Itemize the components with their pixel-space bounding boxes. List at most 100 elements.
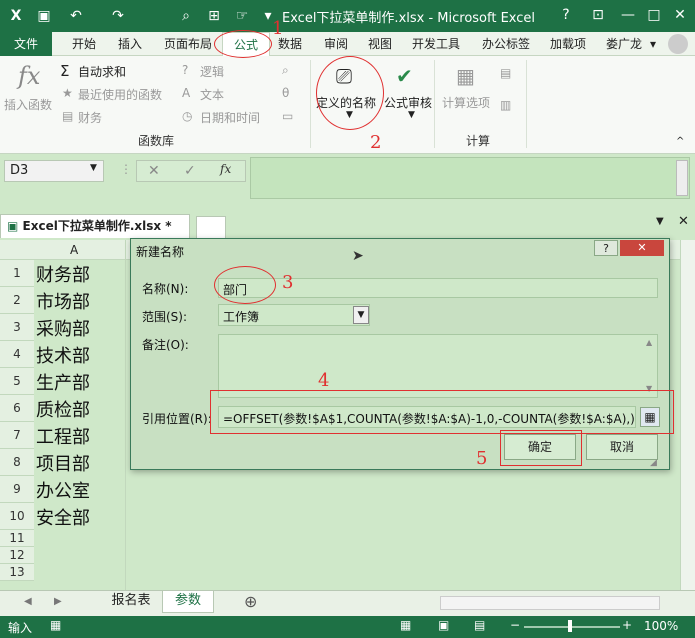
row-header[interactable]: 2 bbox=[0, 287, 34, 314]
row-header[interactable]: 3 bbox=[0, 314, 34, 341]
chevron-down-icon[interactable]: ▼ bbox=[90, 163, 97, 173]
row-header[interactable]: 11 bbox=[0, 530, 34, 547]
new-tab-button[interactable] bbox=[196, 216, 226, 238]
close-button[interactable]: ✕ bbox=[666, 4, 694, 26]
normal-view-icon[interactable]: ▦ bbox=[400, 618, 411, 632]
page-layout-view-icon[interactable]: ▣ bbox=[438, 618, 449, 632]
touch-mode-icon[interactable]: ☞ bbox=[232, 6, 252, 26]
dialog-help-button[interactable]: ? bbox=[594, 240, 618, 256]
dialog-close-button[interactable]: ✕ bbox=[620, 240, 664, 256]
row-header[interactable]: 9 bbox=[0, 476, 34, 503]
text-icon[interactable]: A bbox=[182, 86, 190, 100]
row-header[interactable]: 10 bbox=[0, 503, 34, 530]
calc-now-icon[interactable]: ▤ bbox=[500, 66, 511, 80]
calc-options-button[interactable]: 计算选项 bbox=[442, 94, 490, 111]
recent-functions-icon[interactable]: ★ bbox=[62, 86, 73, 100]
cell-a4[interactable]: 技术部 bbox=[36, 342, 90, 368]
tab-review[interactable]: 审阅 bbox=[324, 32, 348, 56]
tab-page-layout[interactable]: 页面布局 bbox=[164, 32, 212, 56]
macro-record-icon[interactable]: ▦ bbox=[50, 618, 61, 632]
recent-functions-button[interactable]: 最近使用的函数 bbox=[78, 86, 162, 103]
column-header-a[interactable]: A bbox=[70, 243, 78, 257]
chevron-down-icon[interactable]: ▼ bbox=[353, 306, 369, 324]
resize-grip-icon[interactable]: ◢ bbox=[650, 458, 657, 468]
autosum-icon[interactable]: Σ bbox=[60, 62, 69, 80]
logic-icon[interactable]: ? bbox=[182, 63, 188, 77]
cell-a2[interactable]: 市场部 bbox=[36, 288, 90, 314]
finance-icon[interactable]: ▤ bbox=[62, 109, 73, 123]
sheet-tab-signup[interactable]: 报名表 bbox=[102, 591, 160, 613]
zoom-slider[interactable] bbox=[524, 626, 620, 628]
row-header[interactable]: 4 bbox=[0, 341, 34, 368]
more-functions-icon[interactable]: ▭ bbox=[282, 109, 293, 123]
scroll-left-icon[interactable]: ◀ bbox=[24, 596, 32, 607]
calc-sheet-icon[interactable]: ▥ bbox=[500, 98, 511, 112]
name-box[interactable]: D3 bbox=[4, 160, 104, 182]
undo-icon[interactable]: ↶ bbox=[66, 6, 86, 26]
scroll-right-icon[interactable]: ▶ bbox=[54, 596, 62, 607]
maximize-button[interactable]: □ bbox=[640, 4, 668, 26]
tab-office-tabs[interactable]: 办公标签 bbox=[482, 32, 530, 56]
row-header[interactable]: 7 bbox=[0, 422, 34, 449]
close-tab-icon[interactable]: ✕ bbox=[678, 214, 689, 229]
sheet-tab-params[interactable]: 参数 bbox=[162, 591, 214, 613]
chevron-down-icon[interactable]: ▾ bbox=[650, 32, 656, 56]
row-header[interactable]: 8 bbox=[0, 449, 34, 476]
cancel-icon[interactable]: ✕ bbox=[148, 163, 160, 179]
insert-function-icon[interactable]: fx bbox=[18, 62, 40, 90]
save-icon[interactable]: ▣ bbox=[34, 6, 54, 26]
text-button[interactable]: 文本 bbox=[200, 86, 224, 103]
zoom-slider-handle[interactable] bbox=[568, 620, 572, 632]
vertical-scrollbar[interactable] bbox=[680, 240, 695, 590]
horizontal-scrollbar[interactable] bbox=[440, 596, 660, 610]
scroll-up-icon[interactable]: ▲ bbox=[646, 338, 652, 347]
zoom-in-icon[interactable]: + bbox=[622, 618, 632, 632]
row-header[interactable]: 1 bbox=[0, 260, 34, 287]
minimize-button[interactable]: — bbox=[614, 4, 642, 26]
add-sheet-icon[interactable]: ⊕ bbox=[244, 592, 257, 611]
math-icon[interactable]: θ bbox=[282, 86, 289, 100]
cell-a3[interactable]: 采购部 bbox=[36, 315, 90, 341]
tab-addins[interactable]: 加载项 bbox=[550, 32, 586, 56]
row-header[interactable]: 5 bbox=[0, 368, 34, 395]
cell-a10[interactable]: 安全部 bbox=[36, 504, 90, 530]
autosum-button[interactable]: 自动求和 bbox=[78, 63, 126, 80]
help-button[interactable]: ? bbox=[552, 4, 580, 26]
formula-auditing-icon[interactable]: ✔ bbox=[396, 64, 413, 88]
tab-developer[interactable]: 开发工具 bbox=[412, 32, 460, 56]
fx-icon[interactable]: fx bbox=[220, 162, 231, 176]
lookup-icon[interactable]: ⌕ bbox=[282, 63, 289, 78]
zoom-out-icon[interactable]: − bbox=[510, 618, 520, 632]
cell-a7[interactable]: 工程部 bbox=[36, 423, 90, 449]
page-break-view-icon[interactable]: ▤ bbox=[474, 618, 485, 632]
insert-function-button[interactable]: 插入函数 bbox=[4, 96, 52, 113]
datetime-button[interactable]: 日期和时间 bbox=[200, 109, 260, 126]
datetime-icon[interactable]: ◷ bbox=[182, 109, 192, 123]
formula-auditing-button[interactable]: 公式审核 bbox=[384, 94, 432, 111]
row-header[interactable]: 13 bbox=[0, 564, 34, 581]
workbook-tab[interactable]: ▣ Excel下拉菜单制作.xlsx * bbox=[0, 214, 190, 238]
ribbon-display-button[interactable]: ⊡ bbox=[584, 4, 612, 26]
redo-icon[interactable]: ↷ bbox=[108, 6, 128, 26]
logic-button[interactable]: 逻辑 bbox=[200, 63, 224, 80]
user-name[interactable]: 娄广龙 bbox=[606, 32, 642, 56]
chevron-down-icon[interactable]: ▼ bbox=[408, 110, 415, 120]
screenshot-icon[interactable]: ⊞ bbox=[204, 6, 224, 26]
scope-select[interactable]: 工作簿 bbox=[218, 304, 370, 326]
formula-bar-scroll[interactable] bbox=[676, 160, 688, 196]
cancel-button[interactable]: 取消 bbox=[586, 434, 658, 460]
tab-view[interactable]: 视图 bbox=[368, 32, 392, 56]
finance-button[interactable]: 财务 bbox=[78, 109, 102, 126]
zoom-level[interactable]: 100% bbox=[644, 619, 678, 633]
calculator-icon[interactable]: ▦ bbox=[456, 64, 475, 88]
print-preview-icon[interactable]: ⌕ bbox=[176, 6, 196, 26]
collapse-ribbon-icon[interactable]: ^ bbox=[676, 136, 684, 147]
tab-file[interactable]: 文件 bbox=[0, 32, 52, 56]
cell-a6[interactable]: 质检部 bbox=[36, 396, 90, 422]
cell-a1[interactable]: 财务部 bbox=[36, 261, 90, 287]
row-header[interactable]: 6 bbox=[0, 395, 34, 422]
formula-input[interactable] bbox=[250, 157, 690, 199]
tab-list-chevron-icon[interactable]: ▼ bbox=[656, 216, 664, 227]
cell-a5[interactable]: 生产部 bbox=[36, 369, 90, 395]
cell-a8[interactable]: 项目部 bbox=[36, 450, 90, 476]
